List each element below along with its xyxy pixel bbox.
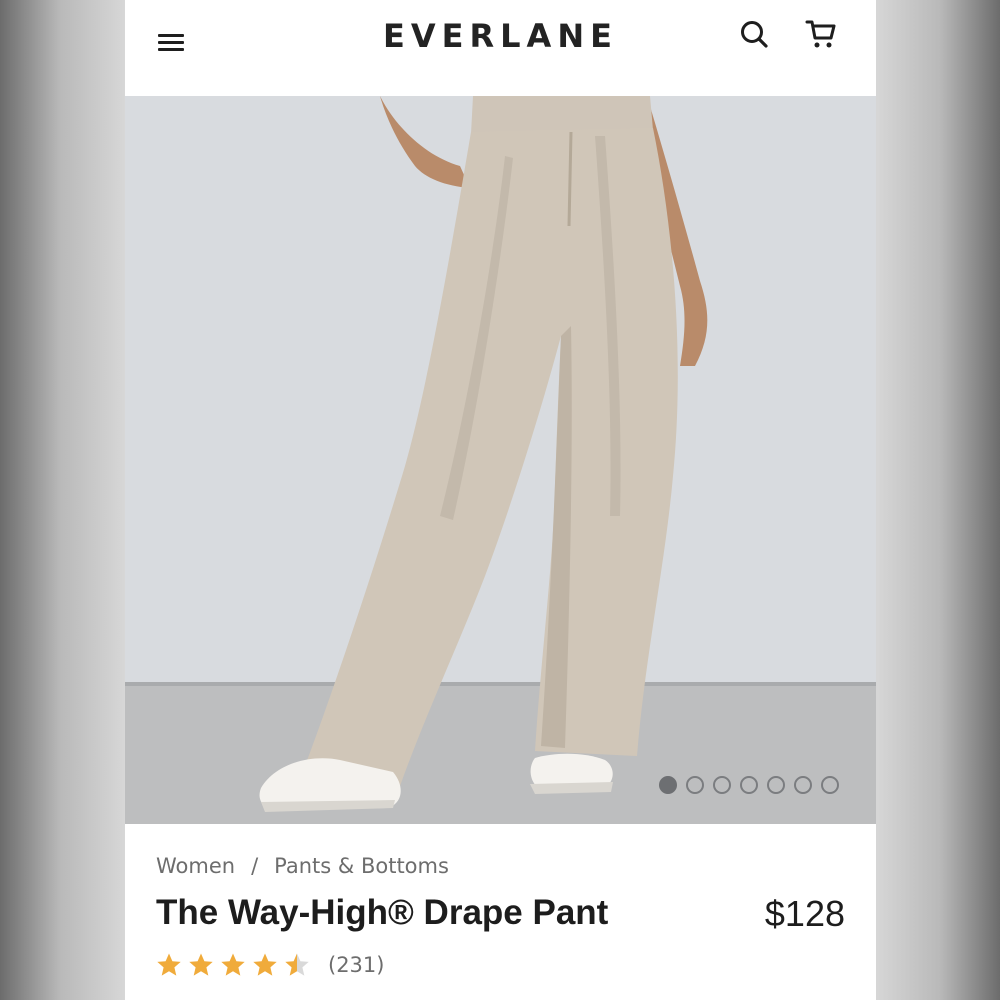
star-icon: [157, 953, 181, 976]
breadcrumb-women[interactable]: Women: [156, 854, 235, 878]
star-icon: [253, 953, 277, 976]
carousel-dot-5[interactable]: [767, 776, 785, 794]
breadcrumb-separator: /: [251, 854, 259, 878]
carousel-dots: [659, 776, 839, 794]
product-photo: [125, 96, 876, 824]
breadcrumb-pants-bottoms[interactable]: Pants & Bottoms: [274, 854, 449, 878]
star-icon: [285, 953, 309, 976]
product-price: $128: [764, 893, 845, 934]
product-image[interactable]: [125, 96, 876, 824]
star-icon: [189, 953, 213, 976]
carousel-dot-4[interactable]: [740, 776, 758, 794]
rating-stars: [156, 952, 310, 978]
carousel-dot-1[interactable]: [659, 776, 677, 794]
carousel-dot-6[interactable]: [794, 776, 812, 794]
search-icon[interactable]: [736, 16, 772, 52]
carousel-dot-3[interactable]: [713, 776, 731, 794]
breadcrumb: Women / Pants & Bottoms: [156, 854, 449, 878]
carousel-dot-7[interactable]: [821, 776, 839, 794]
carousel-dot-2[interactable]: [686, 776, 704, 794]
review-count[interactable]: (231): [328, 953, 384, 977]
star-icon: [221, 953, 245, 976]
product-rating[interactable]: (231): [156, 952, 384, 978]
site-header: EVERLANE: [125, 0, 876, 96]
phone-screen: EVERLANE Women / Pants & Bottoms The Way…: [125, 0, 876, 1000]
cart-icon[interactable]: [804, 16, 840, 52]
product-title: The Way-High® Drape Pant: [156, 893, 609, 932]
